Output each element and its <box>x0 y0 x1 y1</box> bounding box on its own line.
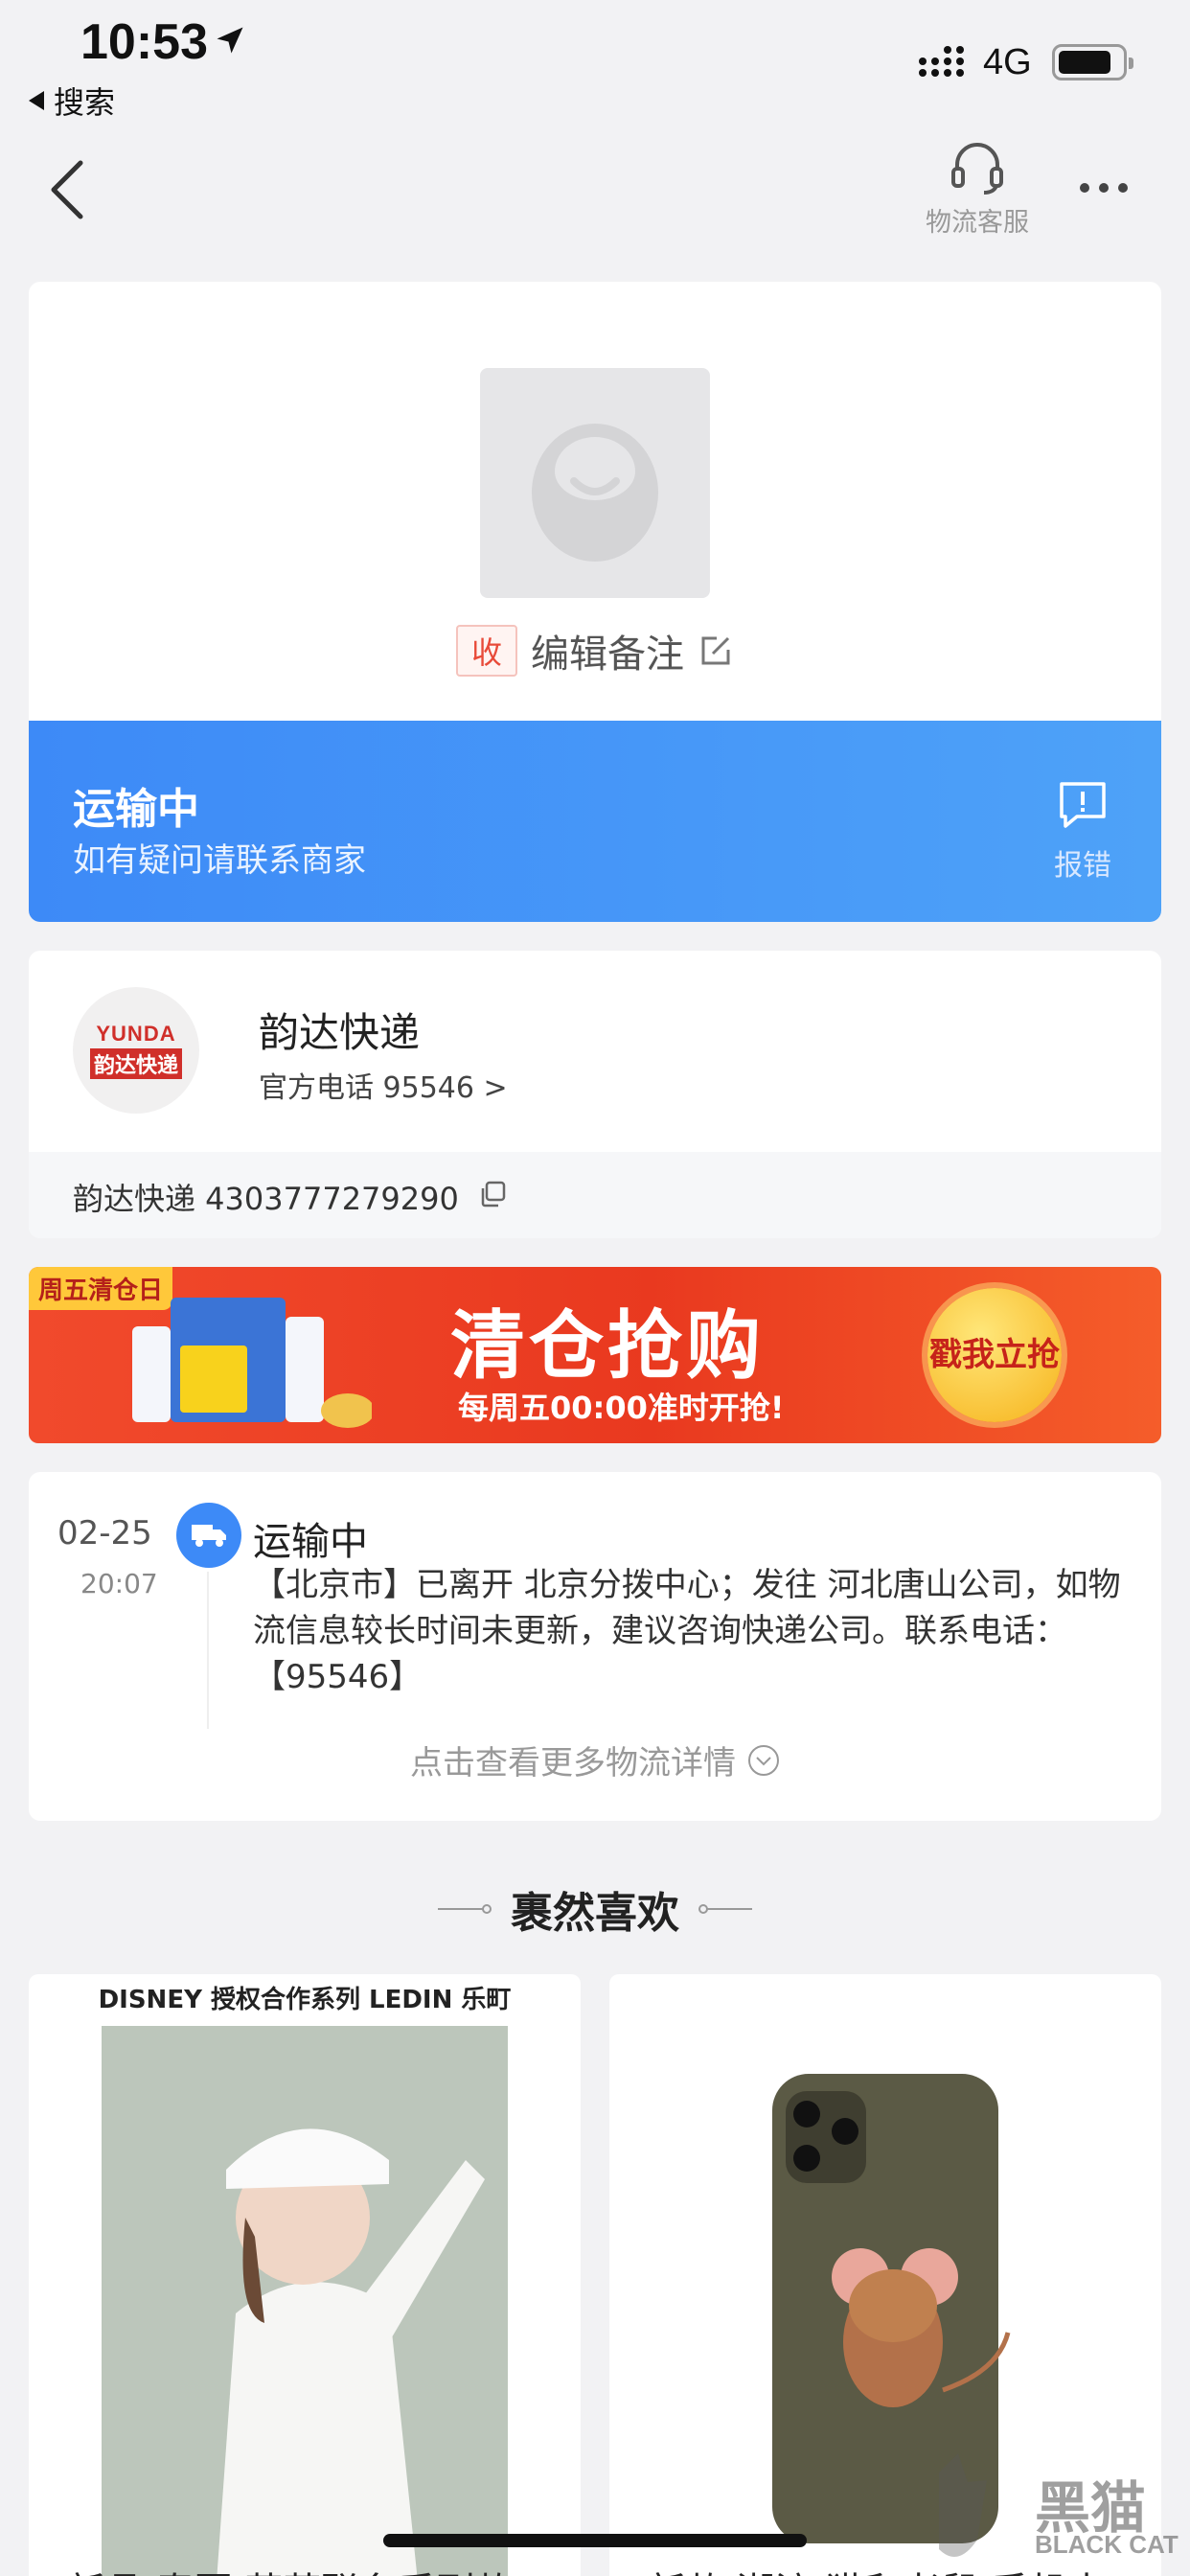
truck-icon <box>176 1503 241 1568</box>
courier-phone-link[interactable]: 官方电话 95546 > <box>259 1064 508 1106</box>
status-bar: 10:53 搜索 4G <box>0 0 1190 125</box>
recommend-header: 裹然喜欢 <box>0 1878 1190 1940</box>
recommend-title: 裹然喜欢 <box>511 1889 679 1938</box>
more-icon[interactable] <box>1077 178 1131 197</box>
promo-subtitle: 每周五00:00准时开抢! <box>458 1390 785 1426</box>
transit-status-title: 运输中 <box>73 785 199 834</box>
package-card: 收 编辑备注 运输中 如有疑问请联系商家 报错 <box>29 282 1161 922</box>
timeline-time: 20:07 <box>80 1568 158 1599</box>
product-brand: DISNEY 授权合作系列 LEDIN 乐町 <box>98 1986 512 2014</box>
yunda-logo: YUNDA 韵达快递 <box>73 987 199 1114</box>
back-triangle-icon <box>29 91 44 110</box>
home-indicator[interactable] <box>383 2534 807 2547</box>
promo-title: 清仓抢购 <box>450 1303 766 1390</box>
report-error-button[interactable]: 报错 <box>1044 778 1121 884</box>
logistics-timeline-card: 02-25 20:07 运输中 【北京市】已离开 北京分拨中心；发往 河北唐山公… <box>29 1472 1161 1821</box>
transit-status-subtitle: 如有疑问请联系商家 <box>73 841 366 880</box>
promo-grab-button[interactable]: 戳我立抢 <box>927 1288 1062 1422</box>
timeline-date: 02-25 <box>57 1514 152 1552</box>
network-type: 4G <box>983 42 1032 82</box>
edit-note-row[interactable]: 收 编辑备注 <box>29 623 1161 678</box>
courier-name: 韵达快递 <box>259 1009 421 1056</box>
product-photo-model <box>102 2026 508 2576</box>
edit-icon <box>701 636 730 665</box>
placeholder-mascot-icon <box>532 424 658 562</box>
watermark-subtext: BLACK CAT <box>1035 2530 1179 2559</box>
timeline-line <box>207 1572 209 1729</box>
tracking-number-row: 韵达快递 4303777279290 <box>29 1152 1161 1238</box>
promo-banner[interactable]: 周五清仓日 清仓抢购 每周五00:00准时开抢! 戳我立抢 <box>29 1267 1161 1443</box>
receive-tag: 收 <box>455 625 517 677</box>
back-chevron-icon[interactable] <box>48 159 86 220</box>
more-details-label: 点击查看更多物流详情 <box>410 1744 736 1782</box>
chevron-down-circle-icon <box>748 1744 779 1776</box>
product-thumbnail-placeholder[interactable] <box>480 368 710 598</box>
more-logistics-details-link[interactable]: 点击查看更多物流详情 <box>29 1736 1161 1783</box>
copy-icon[interactable] <box>477 1179 508 1209</box>
back-app-label: 搜索 <box>54 84 116 121</box>
tracking-number: 韵达快递 4303777279290 <box>73 1181 459 1217</box>
location-arrow-icon <box>217 27 243 54</box>
product-caption: 新品 春夏 萌萌联名系列款 <box>67 2561 513 2576</box>
logo-english: YUNDA <box>96 1022 176 1046</box>
signal-icon <box>919 46 964 77</box>
logistics-customer-service-button[interactable]: 物流客服 <box>915 138 1040 239</box>
product-card[interactable]: DISNEY 授权合作系列 LEDIN 乐町 新品 春夏 萌萌联名系列款 <box>29 1974 581 2576</box>
battery-icon <box>1052 44 1133 80</box>
divider-right <box>698 1904 752 1914</box>
divider-left <box>438 1904 492 1914</box>
promo-products-image <box>132 1298 372 1428</box>
clock: 10:53 <box>80 14 208 70</box>
transit-status-banner: 运输中 如有疑问请联系商家 报错 <box>29 721 1161 922</box>
report-icon <box>1060 782 1106 828</box>
courier-card: YUNDA 韵达快递 韵达快递 官方电话 95546 > 韵达快递 430377… <box>29 951 1161 1238</box>
logo-chinese: 韵达快递 <box>89 1048 182 1079</box>
timeline-detail: 【北京市】已离开 北京分拨中心；发往 河北唐山公司，如物流信息较长时间未更新，建… <box>253 1566 1121 1696</box>
timeline-status: 运输中 <box>253 1520 368 1564</box>
nav-bar: 物流客服 <box>0 125 1190 268</box>
edit-note-label: 编辑备注 <box>531 632 684 677</box>
report-label: 报错 <box>1054 849 1111 883</box>
back-to-app[interactable]: 搜索 <box>29 79 115 123</box>
customer-service-label: 物流客服 <box>926 208 1029 238</box>
headset-icon <box>951 143 1003 195</box>
